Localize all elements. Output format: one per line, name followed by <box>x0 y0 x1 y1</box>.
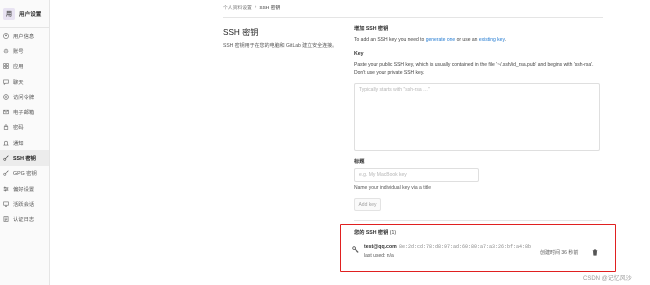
key-icon <box>3 170 9 176</box>
sidebar-item-preferences[interactable]: 偏好设置 <box>0 181 49 196</box>
sidebar-item-label: GPG 密钥 <box>13 171 37 178</box>
apps-icon <box>3 63 9 69</box>
breadcrumb-separator: › <box>254 5 257 10</box>
title-input[interactable]: e.g. My MacBook key <box>354 168 479 182</box>
breadcrumb-parent-link[interactable]: 个人资料设置 <box>223 4 252 11</box>
sidebar-item-account[interactable]: 账号 <box>0 43 49 58</box>
sidebar-item-access-tokens[interactable]: 访问令牌 <box>0 89 49 104</box>
sidebar-item-label: 密码 <box>13 125 24 132</box>
sidebar-item-auth-log[interactable]: 认证日志 <box>0 212 49 227</box>
generate-key-link[interactable]: generate one <box>426 37 455 43</box>
list-icon <box>3 216 9 222</box>
key-label: Key <box>354 51 364 57</box>
title-label: 标题 <box>354 159 365 165</box>
key-help-text: Paste your public SSH key, which is usua… <box>354 62 594 76</box>
sidebar-item-profile[interactable]: 用户信息 <box>0 28 49 43</box>
sidebar-item-applications[interactable]: 应用 <box>0 59 49 74</box>
highlight-annotation <box>340 224 616 272</box>
key-textarea[interactable]: Typically starts with "ssh-rsa …" <box>354 83 600 151</box>
watermark: CSDN @记忆风沙 <box>583 276 632 282</box>
monitor-icon <box>3 201 9 207</box>
sidebar-item-chat[interactable]: 聊天 <box>0 74 49 89</box>
key-icon <box>3 155 9 161</box>
sidebar-item-label: 活跃会话 <box>13 201 35 208</box>
sidebar-item-label: 偏好设置 <box>13 186 35 193</box>
sidebar-item-gpg-keys[interactable]: GPG 密钥 <box>0 166 49 181</box>
sidebar-item-password[interactable]: 密码 <box>0 120 49 135</box>
page-description: SSH 密钥用于在您的电脑和 GitLab 建立安全连接。 <box>223 43 338 49</box>
sidebar-header[interactable]: 用 用户设置 <box>0 0 49 28</box>
intro-text: . <box>504 37 506 43</box>
sidebar-item-label: 账号 <box>13 48 24 55</box>
gear-icon <box>3 48 9 54</box>
intro-text: or use an <box>455 37 479 43</box>
sidebar-item-label: 通知 <box>13 140 24 147</box>
token-icon <box>3 94 9 100</box>
breadcrumb-current[interactable]: SSH 密钥 <box>259 4 280 11</box>
sidebar-item-ssh-keys[interactable]: SSH 密钥 <box>0 150 49 166</box>
sidebar-item-label: 用户信息 <box>13 33 35 40</box>
preferences-icon <box>3 186 9 192</box>
add-key-button[interactable]: Add key <box>354 198 381 211</box>
sidebar-item-label: 聊天 <box>13 79 24 86</box>
sidebar-item-label: SSH 密钥 <box>13 156 36 163</box>
sidebar: 用 用户设置 用户信息 账号 应用 聊天 访问令牌 电子邮箱 密码 通知 SSH… <box>0 0 50 285</box>
sidebar-title: 用户设置 <box>19 11 42 18</box>
chat-icon <box>3 79 9 85</box>
bell-icon <box>3 140 9 146</box>
sidebar-item-label: 访问令牌 <box>13 94 35 101</box>
add-ssh-key-heading: 增加 SSH 密钥 <box>354 26 389 32</box>
sidebar-item-notifications[interactable]: 通知 <box>0 135 49 150</box>
sidebar-item-active-sessions[interactable]: 活跃会话 <box>0 196 49 211</box>
sidebar-item-label: 应用 <box>13 64 24 71</box>
avatar: 用 <box>3 7 15 20</box>
user-icon <box>3 32 9 39</box>
form-intro: To add an SSH key you need to generate o… <box>354 37 506 43</box>
divider <box>354 220 602 221</box>
mail-icon <box>3 109 9 115</box>
sidebar-item-label: 电子邮箱 <box>13 110 35 117</box>
page-title: SSH 密钥 <box>223 28 259 37</box>
existing-key-link[interactable]: existing key <box>479 37 505 43</box>
intro-text: To add an SSH key you need to <box>354 37 426 43</box>
sidebar-item-emails[interactable]: 电子邮箱 <box>0 104 49 119</box>
sidebar-item-label: 认证日志 <box>13 217 35 224</box>
divider <box>223 17 603 18</box>
breadcrumb: 个人资料设置 › SSH 密钥 <box>223 4 280 11</box>
lock-icon <box>3 124 9 131</box>
title-help-text: Name your individual key via a title <box>354 185 431 191</box>
